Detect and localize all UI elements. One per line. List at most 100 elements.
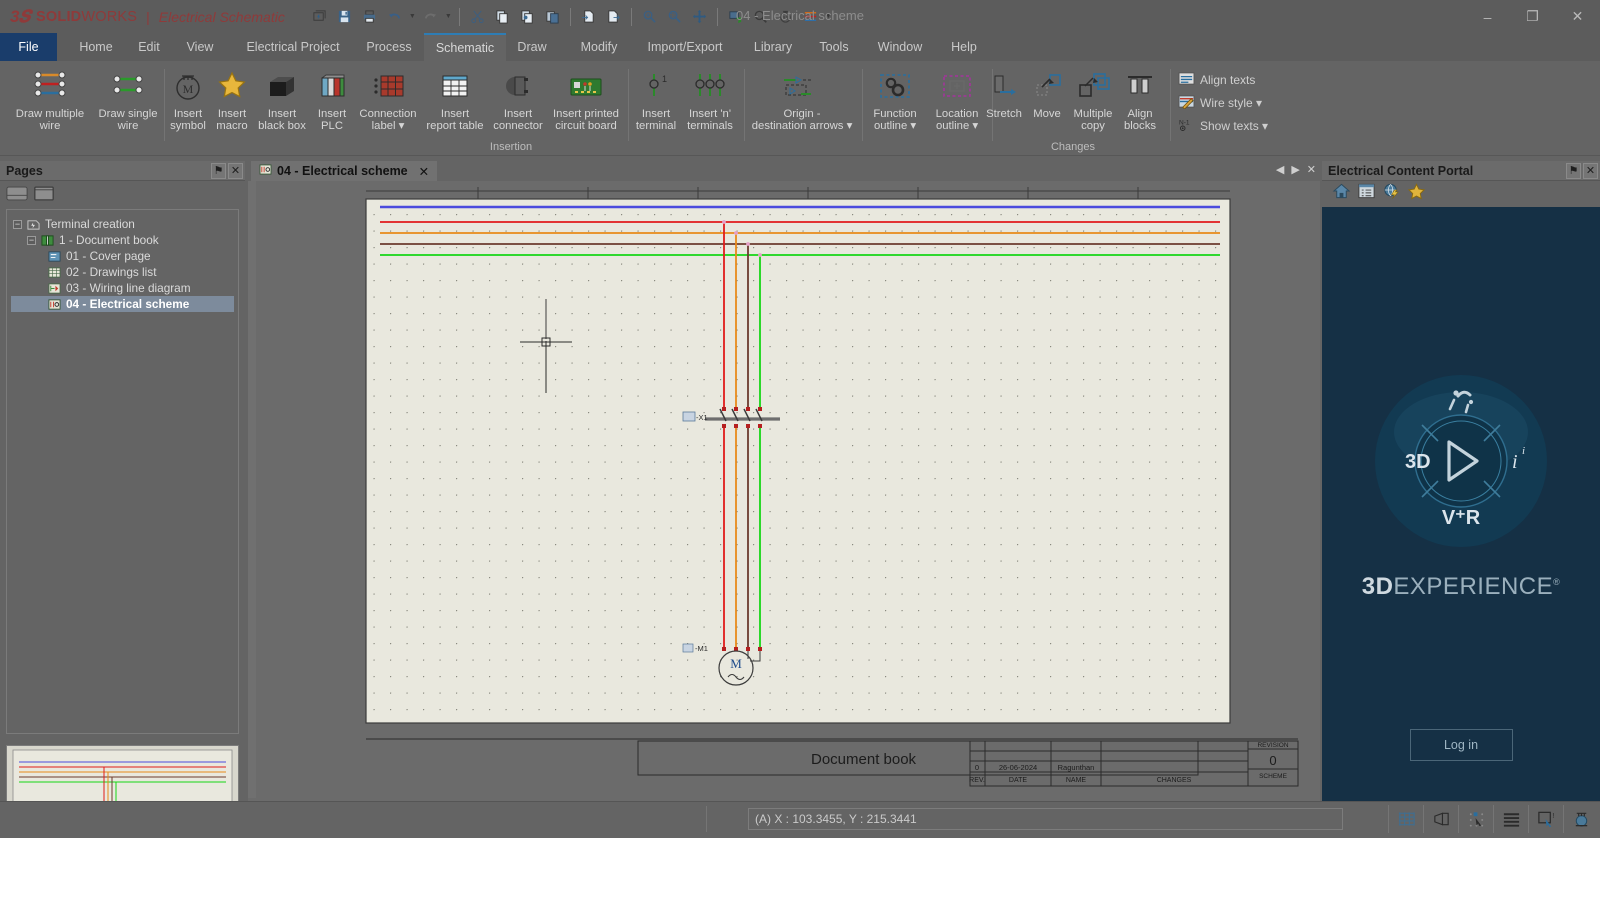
undo-dropdown-caret-icon[interactable]: ▼ <box>407 4 418 29</box>
pan-icon[interactable] <box>687 4 712 29</box>
minimize-button[interactable]: – <box>1465 0 1510 33</box>
pages-close-button[interactable]: ✕ <box>228 162 243 179</box>
tab-edit[interactable]: Edit <box>127 33 171 61</box>
tree-item-electrical-scheme[interactable]: 04 - Electrical scheme <box>11 296 234 312</box>
ribbon-button-multiple-copy[interactable]: Multiple copy <box>1068 65 1118 133</box>
nav-next-icon[interactable]: ▶ <box>1291 163 1299 176</box>
ribbon-button-align-texts[interactable]: Align texts <box>1178 71 1255 89</box>
ribbon-label: symbol <box>170 119 206 132</box>
tab-modify[interactable]: Modify <box>570 33 628 61</box>
ribbon-button-insert-black-box[interactable]: Insert black box <box>254 65 310 133</box>
tree-item-terminal-creation[interactable]: − Terminal creation <box>11 216 234 232</box>
ribbon-button-stretch[interactable]: Stretch <box>982 65 1026 121</box>
ribbon-button-show-texts[interactable]: N-1 Show texts ▾ <box>1178 117 1268 135</box>
tab-import-export[interactable]: Import/Export <box>637 33 733 61</box>
selection-icon[interactable]: ! <box>1528 805 1563 833</box>
print-icon[interactable] <box>357 4 382 29</box>
tab-library[interactable]: Library <box>745 33 801 61</box>
tab-file[interactable]: File <box>0 33 57 61</box>
tree-expander[interactable]: − <box>13 219 22 229</box>
globe-electrical-icon[interactable] <box>1382 182 1401 205</box>
tab-tools[interactable]: Tools <box>810 33 858 61</box>
tree-item-drawings-list[interactable]: 02 - Drawings list <box>11 264 234 280</box>
ribbon-button-draw-single-wire[interactable]: Draw single wire <box>92 65 164 133</box>
tab-window[interactable]: Window <box>868 33 932 61</box>
favorites-star-icon[interactable] <box>1407 182 1426 205</box>
portal-pin-button[interactable]: ⚑ <box>1566 162 1581 179</box>
ribbon-button-move[interactable]: Move <box>1026 65 1068 121</box>
snap-toggle-icon[interactable] <box>1458 805 1493 833</box>
page-layout-icon[interactable] <box>32 184 56 204</box>
save-icon[interactable] <box>332 4 357 29</box>
insert-symbol-icon[interactable] <box>723 4 748 29</box>
redo-icon[interactable] <box>418 4 443 29</box>
zoom-window-icon[interactable] <box>662 4 687 29</box>
redo-dropdown-caret-icon[interactable]: ▼ <box>443 4 454 29</box>
multiple-copy-icon <box>1068 65 1118 109</box>
document-tab-close-icon[interactable]: ✕ <box>419 164 429 179</box>
ribbon-button-location-outline[interactable]: Location outline ▾ <box>926 65 988 133</box>
tab-process[interactable]: Process <box>358 33 420 61</box>
undo-icon[interactable] <box>382 4 407 29</box>
ribbon-button-wire-style[interactable]: Wire style ▾ <box>1178 94 1262 112</box>
tab-draw[interactable]: Draw <box>508 33 556 61</box>
portal-close-button[interactable]: ✕ <box>1583 162 1598 179</box>
wire-style-icon[interactable] <box>798 4 823 29</box>
tab-schematic[interactable]: Schematic <box>424 33 506 61</box>
cut-icon[interactable] <box>465 4 490 29</box>
tree-item-document-book[interactable]: − 1 - Document book <box>11 232 234 248</box>
copy-format-icon[interactable] <box>515 4 540 29</box>
ribbon-button-draw-multiple-wire[interactable]: Draw multiple wire <box>10 65 90 133</box>
tab-help[interactable]: Help <box>942 33 986 61</box>
3dexperience-compass-logo[interactable]: 3D i i V⁺R <box>1372 372 1550 555</box>
pages-pin-button[interactable]: ⚑ <box>211 162 226 179</box>
ribbon-button-insert-printed-circuit-board[interactable]: Insert printed circuit board <box>548 65 624 133</box>
ribbon-button-insert-report-table[interactable]: Insert report table <box>422 65 488 133</box>
document-tab-label: 04 - Electrical scheme <box>277 164 408 178</box>
layers-icon[interactable] <box>1493 805 1528 833</box>
ribbon-button-insert-connector[interactable]: Insert connector <box>488 65 548 133</box>
search-icon[interactable] <box>748 4 773 29</box>
document-close-icon[interactable]: ✕ <box>1307 163 1316 176</box>
tree-item-wiring-line-diagram[interactable]: 03 - Wiring line diagram <box>11 280 234 296</box>
import-icon[interactable] <box>576 4 601 29</box>
drawing-canvas[interactable]: -X1 M -M1 Document book 0 26-06-2024 Rag… <box>258 181 1304 798</box>
ribbon-button-function-outline[interactable]: Function outline ▾ <box>864 65 926 133</box>
schematic-drawing[interactable]: -X1 M -M1 Document book 0 26-06-2024 Rag… <box>258 181 1304 798</box>
tree-item-label: 01 - Cover page <box>66 249 151 263</box>
ribbon-button-insert-plc[interactable]: Insert PLC <box>310 65 354 133</box>
grid-toggle-icon[interactable] <box>1388 805 1423 833</box>
ribbon-button-insert-macro[interactable]: Insert macro <box>210 65 254 133</box>
document-tab-electrical-scheme[interactable]: 04 - Electrical scheme ✕ <box>251 161 438 181</box>
ribbon-button-align-blocks[interactable]: Align blocks <box>1116 65 1164 133</box>
zoom-in-icon[interactable] <box>637 4 662 29</box>
tab-view[interactable]: View <box>176 33 224 61</box>
ortho-toggle-icon[interactable] <box>1423 805 1458 833</box>
new-page-icon[interactable] <box>5 184 29 204</box>
close-button[interactable]: ✕ <box>1555 0 1600 33</box>
motor-symbol-icon[interactable]: M <box>773 4 798 29</box>
ribbon-button-insert-symbol[interactable]: M Insert symbol <box>166 65 210 133</box>
book-icon <box>40 233 55 247</box>
toolbar-separator <box>630 7 632 26</box>
tree-item-cover-page[interactable]: 01 - Cover page <box>11 248 234 264</box>
wire-style-dropdown-caret-icon[interactable]: ▼ <box>823 4 834 29</box>
tab-electrical-project[interactable]: Electrical Project <box>229 33 357 61</box>
catalog-list-icon[interactable] <box>1357 182 1376 205</box>
symbol-mode-icon[interactable] <box>1563 805 1598 833</box>
paste-icon[interactable] <box>540 4 565 29</box>
home-icon[interactable] <box>1332 182 1351 205</box>
tab-home[interactable]: Home <box>68 33 124 61</box>
ribbon-button-insert-terminal[interactable]: 1 Insert terminal <box>630 65 682 133</box>
ribbon-button-connection-label[interactable]: Connection label ▾ <box>354 65 422 133</box>
ribbon-label: circuit board <box>555 119 617 132</box>
new-project-icon[interactable] <box>307 4 332 29</box>
log-in-button[interactable]: Log in <box>1409 729 1513 761</box>
tree-expander[interactable]: − <box>27 235 36 245</box>
export-icon[interactable] <box>601 4 626 29</box>
ribbon-button-insert-n-terminals[interactable]: Insert 'n' terminals <box>682 65 738 133</box>
maximize-button[interactable]: ❐ <box>1510 0 1555 33</box>
copy-icon[interactable] <box>490 4 515 29</box>
ribbon-button-origin-destination-arrows[interactable]: Origin - destination arrows ▾ <box>746 65 858 133</box>
nav-prev-icon[interactable]: ◀ <box>1276 163 1284 176</box>
